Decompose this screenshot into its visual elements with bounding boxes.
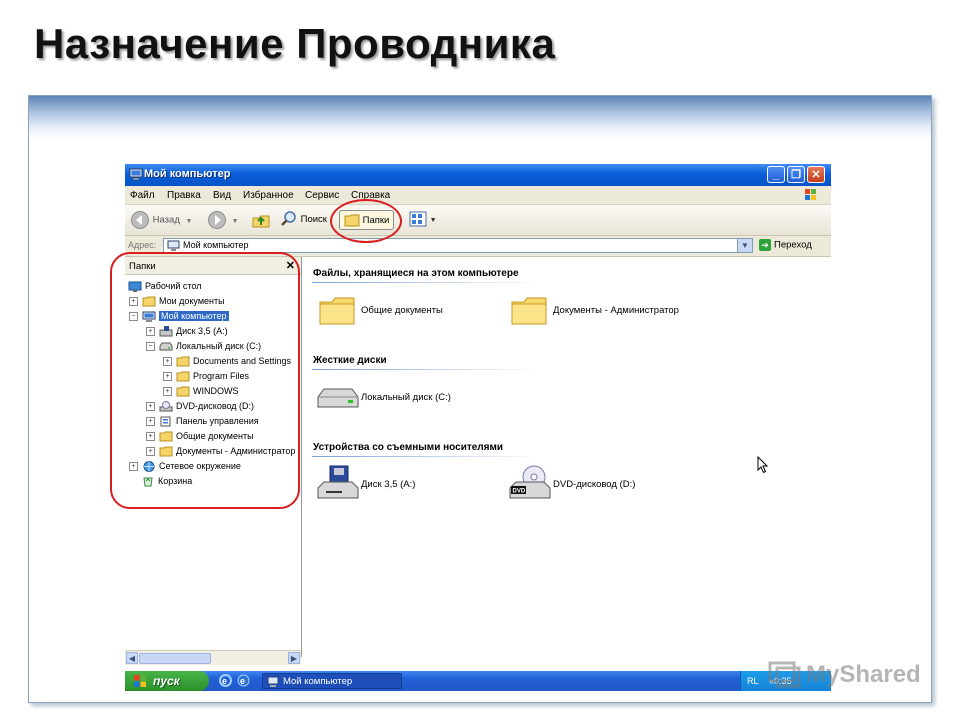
search-label: Поиск bbox=[300, 214, 327, 225]
internet-explorer-icon[interactable]: e bbox=[219, 674, 232, 687]
scroll-right-icon[interactable]: ▶ bbox=[288, 652, 300, 664]
taskbar-item-label: Мой компьютер bbox=[283, 676, 353, 687]
close-button[interactable]: ✕ bbox=[807, 166, 825, 183]
my-computer-small-icon bbox=[267, 676, 279, 687]
explorer-window: Мой компьютер _ ❐ ✕ Файл Правка Вид Избр… bbox=[110, 164, 831, 691]
windows-logo-icon bbox=[805, 189, 816, 200]
search-button[interactable]: Поиск bbox=[280, 210, 327, 230]
views-icon bbox=[409, 211, 427, 227]
folders-pane-hscrollbar[interactable]: ◀ ▶ bbox=[125, 650, 301, 665]
content-item-label: Общие документы bbox=[361, 305, 443, 316]
back-button[interactable]: Назад ▼ bbox=[130, 210, 192, 230]
window-titlebar[interactable]: Мой компьютер _ ❐ ✕ bbox=[125, 164, 831, 186]
menu-favorites[interactable]: Избранное bbox=[243, 190, 294, 201]
group-divider bbox=[312, 456, 542, 457]
forward-arrow-icon bbox=[208, 211, 226, 229]
minimize-button[interactable]: _ bbox=[767, 166, 785, 183]
go-arrow-icon: ➔ bbox=[759, 239, 771, 251]
myshared-logo-icon bbox=[768, 661, 801, 688]
group-title-files: Файлы, хранящиеся на этом компьютере bbox=[313, 268, 519, 279]
floppy-drive-icon bbox=[317, 465, 359, 499]
content-area: Файлы, хранящиеся на этом компьютере Общ… bbox=[302, 257, 831, 671]
outlook-express-icon[interactable]: e bbox=[237, 674, 250, 687]
address-label: Адрес: bbox=[128, 240, 157, 250]
go-label: Переход bbox=[774, 239, 812, 251]
content-item-label: Локальный диск (C:) bbox=[361, 392, 451, 403]
toolbar: Назад ▼ ▼ Поиск Папки ▼ bbox=[125, 205, 831, 236]
menu-file[interactable]: Файл bbox=[130, 190, 155, 201]
window-title: Мой компьютер bbox=[144, 168, 231, 180]
back-arrow-icon bbox=[131, 211, 149, 229]
content-item-label: Диск 3,5 (A:) bbox=[361, 479, 416, 490]
dvd-drive-icon: DVD bbox=[509, 465, 551, 499]
slide-title: Назначение Проводника bbox=[34, 20, 556, 67]
hard-drive-icon bbox=[317, 388, 359, 408]
my-computer-small-icon bbox=[167, 240, 180, 251]
views-button[interactable]: ▼ bbox=[409, 210, 437, 230]
watermark: MyShared bbox=[768, 655, 928, 695]
taskbar-item-my-computer[interactable]: Мой компьютер bbox=[262, 673, 402, 689]
svg-text:DVD: DVD bbox=[513, 489, 526, 495]
forward-dropdown-icon[interactable]: ▼ bbox=[232, 218, 239, 225]
group-divider bbox=[312, 369, 542, 370]
annotation-folders-button-highlight bbox=[330, 199, 402, 243]
windows-flag-icon bbox=[134, 675, 146, 687]
frame-header-band bbox=[29, 96, 931, 140]
annotation-folders-pane-highlight bbox=[110, 252, 300, 509]
scroll-left-icon[interactable]: ◀ bbox=[126, 652, 138, 664]
slide-frame: Мой компьютер _ ❐ ✕ Файл Правка Вид Избр… bbox=[28, 95, 932, 703]
mouse-cursor-icon bbox=[757, 456, 769, 474]
address-field[interactable]: Мой компьютер ▼ bbox=[163, 238, 753, 253]
forward-button[interactable]: ▼ bbox=[207, 210, 239, 230]
my-computer-icon bbox=[129, 168, 143, 180]
group-divider bbox=[312, 282, 542, 283]
start-button[interactable]: пуск bbox=[125, 671, 209, 691]
group-title-removable: Устройства со съемными носителями bbox=[313, 442, 504, 453]
address-dropdown-icon[interactable]: ▼ bbox=[737, 239, 752, 252]
tray-language[interactable]: RL bbox=[747, 671, 759, 691]
maximize-button[interactable]: ❐ bbox=[787, 166, 805, 183]
folder-icon bbox=[319, 297, 355, 325]
svg-text:e: e bbox=[222, 676, 227, 686]
up-folder-icon[interactable] bbox=[251, 210, 271, 230]
back-dropdown-icon[interactable]: ▼ bbox=[186, 218, 193, 225]
scroll-thumb[interactable] bbox=[139, 653, 211, 664]
folder-icon bbox=[511, 297, 547, 325]
start-label: пуск bbox=[153, 674, 180, 688]
menu-tools[interactable]: Сервис bbox=[305, 190, 339, 201]
content-item-label: DVD-дисковод (D:) bbox=[553, 479, 636, 490]
back-label: Назад bbox=[152, 214, 180, 226]
menu-edit[interactable]: Правка bbox=[167, 190, 201, 201]
watermark-text: MyShared bbox=[806, 661, 921, 688]
go-button[interactable]: ➔ Переход bbox=[759, 239, 812, 251]
menu-view[interactable]: Вид bbox=[213, 190, 231, 201]
group-title-hard-drives: Жесткие диски bbox=[313, 355, 387, 366]
address-value: Мой компьютер bbox=[183, 240, 249, 250]
menu-bar: Файл Правка Вид Избранное Сервис Справка bbox=[125, 186, 831, 205]
search-icon bbox=[281, 211, 296, 227]
views-dropdown-icon[interactable]: ▼ bbox=[430, 217, 437, 224]
content-item-label: Документы - Администратор bbox=[553, 305, 679, 316]
svg-text:e: e bbox=[240, 676, 245, 686]
taskbar: пуск e e Мой компьютер RL «0:35 bbox=[125, 671, 831, 691]
